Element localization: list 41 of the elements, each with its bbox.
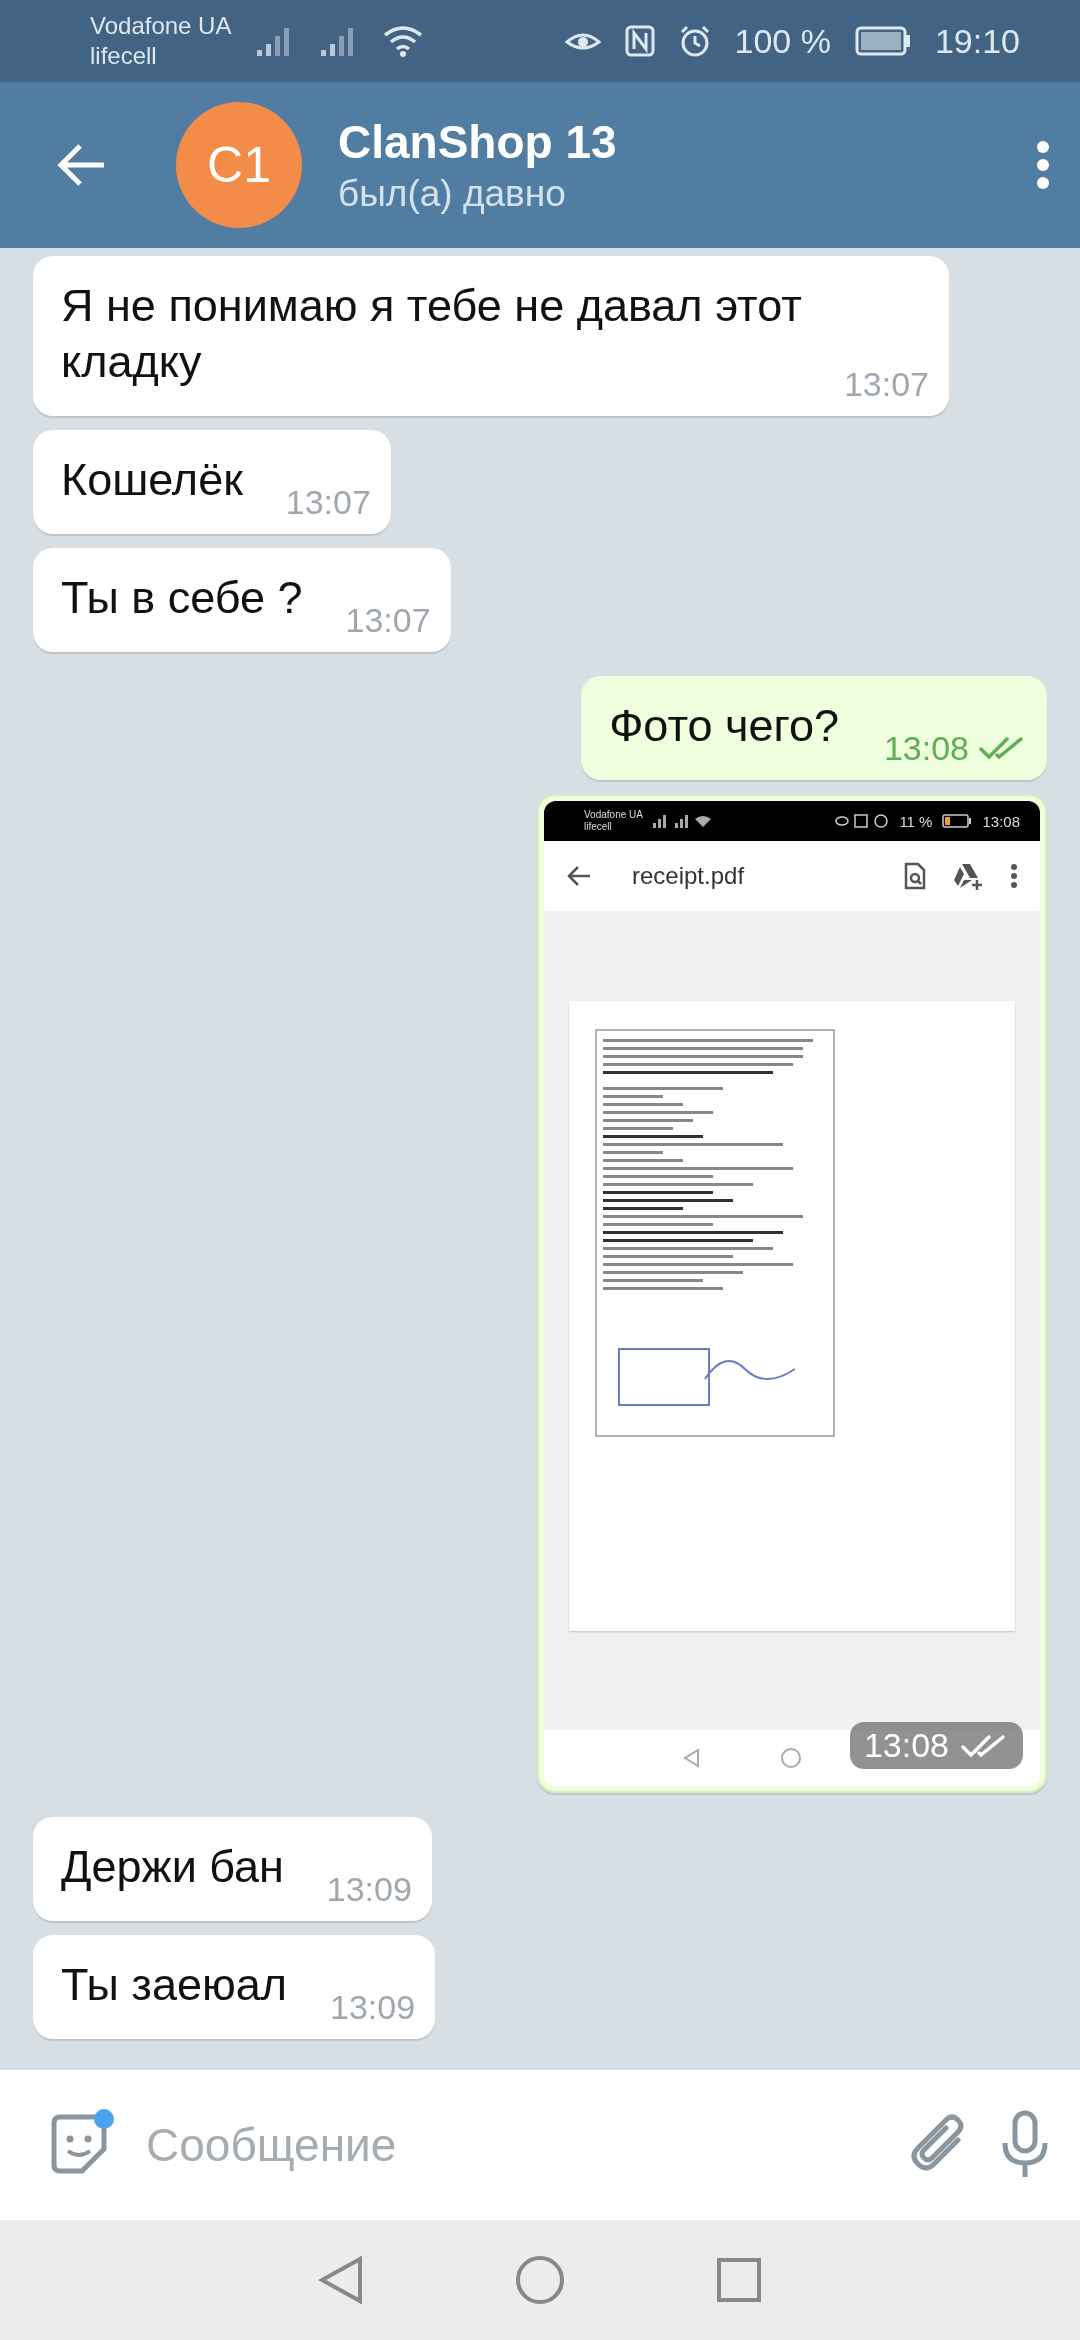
message-text: Ты заеюал xyxy=(61,1959,288,2010)
carrier-name: lifecell xyxy=(584,821,613,833)
more-icon[interactable] xyxy=(1036,140,1050,190)
alarm-icon xyxy=(678,25,711,57)
wifi-icon xyxy=(383,25,424,57)
message-text: Держи бан xyxy=(61,1841,284,1892)
battery-percent: 100 % xyxy=(734,21,831,61)
message-text: Кошелёк xyxy=(61,454,243,505)
signal-icon xyxy=(652,814,713,828)
status-icons xyxy=(835,814,890,828)
back-icon[interactable] xyxy=(566,865,592,887)
battery-icon xyxy=(942,814,973,828)
nfc-icon xyxy=(624,25,655,57)
message-text: Ты в себе ? xyxy=(61,572,303,623)
message-time: 13:09 xyxy=(326,1869,412,1909)
message-time: 13:07 xyxy=(285,482,371,522)
more-icon[interactable] xyxy=(1010,863,1018,889)
message-text: Фото чего? xyxy=(609,700,839,751)
message-time: 13:08 xyxy=(883,728,969,768)
photo-bubble[interactable]: Vodafone UA lifecell 11 % 13:08 receipt.pdf 13:08 xyxy=(537,794,1047,1793)
clock-time: 19:10 xyxy=(934,21,1020,61)
message-time: 13:09 xyxy=(330,1987,416,2027)
message-time: 13:08 xyxy=(863,1726,949,1765)
home-icon[interactable] xyxy=(514,2254,566,2306)
home-icon[interactable] xyxy=(780,1747,802,1769)
carrier-name: Vodafone UA xyxy=(90,11,232,41)
last-seen-status: был(а) давно xyxy=(338,173,567,215)
message-time: 13:07 xyxy=(345,600,431,640)
message-text: Я не понимаю я тебе не давал этот кладку xyxy=(61,280,802,387)
carrier-name: lifecell xyxy=(90,41,158,71)
document-search-icon[interactable] xyxy=(904,862,926,890)
chat-title: ClanShop 13 xyxy=(338,115,618,169)
message-composer[interactable]: Сообщение xyxy=(0,2070,1080,2220)
battery-icon xyxy=(854,26,911,56)
battery-percent: 11 % xyxy=(899,812,933,830)
recents-icon[interactable] xyxy=(716,2257,762,2303)
message-time: 13:07 xyxy=(843,364,929,404)
clock-time: 13:08 xyxy=(982,812,1020,830)
file-name: receipt.pdf xyxy=(632,862,746,890)
carrier-name: Vodafone UA xyxy=(584,809,643,821)
drive-add-icon[interactable] xyxy=(952,862,984,890)
